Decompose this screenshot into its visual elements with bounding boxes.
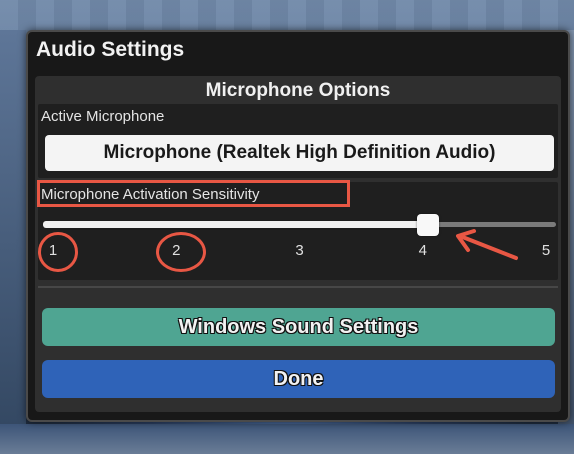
- annotation-rectangle: [37, 180, 350, 207]
- tick-label-5: 5: [541, 242, 551, 259]
- active-microphone-dropdown[interactable]: Microphone (Realtek High Definition Audi…: [45, 135, 554, 171]
- tick-label-3: 3: [295, 242, 304, 259]
- divider: [38, 286, 558, 288]
- audio-settings-panel: Audio Settings Microphone Options Active…: [26, 30, 570, 422]
- section-header: Microphone Options: [205, 80, 391, 101]
- microphone-options-section: Microphone Options Active Microphone Mic…: [35, 76, 561, 412]
- panel-title: Audio Settings: [36, 38, 185, 61]
- active-microphone-label: Active Microphone: [41, 108, 165, 125]
- slider-track-filled: [43, 221, 428, 228]
- slider-thumb[interactable]: [416, 214, 439, 236]
- sensitivity-box: Microphone Activation Sensitivity 1 2 3 …: [37, 180, 558, 280]
- active-microphone-box: Active Microphone Microphone (Realtek Hi…: [38, 104, 558, 178]
- background-floor: [0, 424, 574, 454]
- annotation-circle-2: [156, 232, 206, 272]
- done-button[interactable]: Done: [42, 360, 555, 398]
- tick-label-4: 4: [418, 242, 427, 259]
- annotation-circle-1: [38, 232, 78, 272]
- background-stripes: [0, 0, 574, 30]
- annotation-arrow-icon: [456, 229, 518, 260]
- slider-track-empty: [427, 222, 556, 227]
- background-left: [0, 30, 26, 454]
- windows-sound-settings-button[interactable]: Windows Sound Settings: [42, 308, 555, 346]
